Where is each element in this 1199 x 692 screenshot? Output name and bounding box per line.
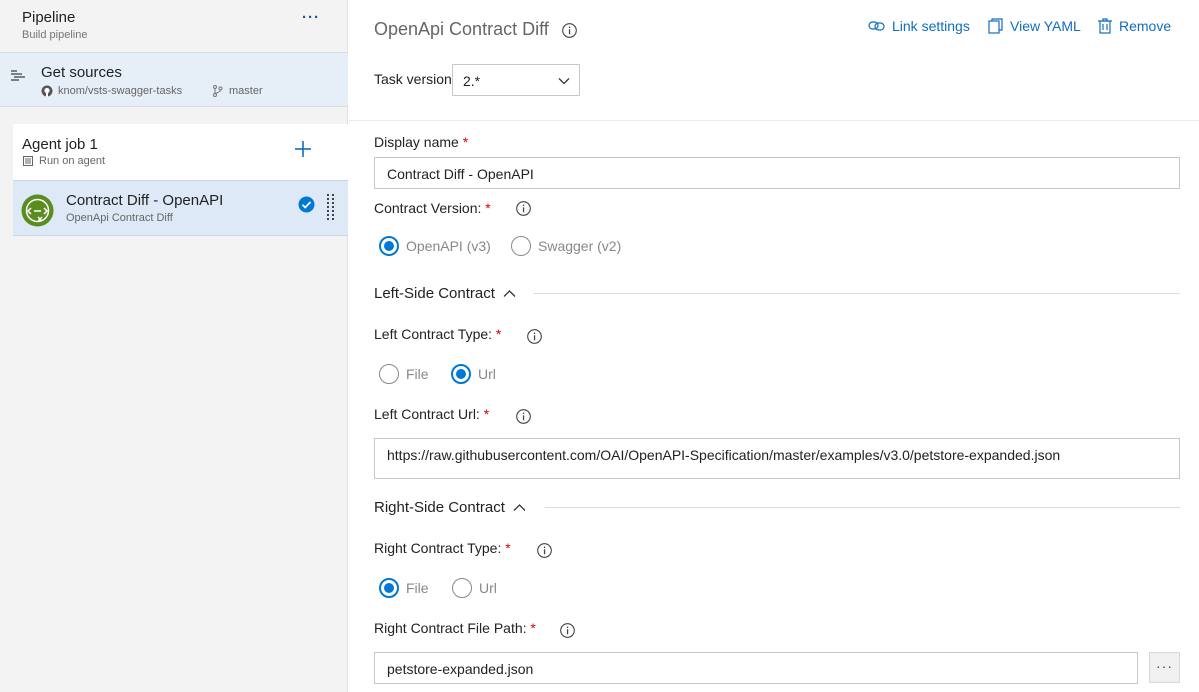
radio-right-url[interactable]: Url (452, 578, 497, 598)
pipeline-subtitle: Build pipeline (22, 29, 88, 41)
link-icon (868, 21, 885, 31)
right-contract-type-label-text: Right Contract Type: (374, 540, 502, 556)
view-yaml-label: View YAML (1010, 18, 1081, 34)
left-contract-type-label: Left Contract Type: * (374, 326, 501, 342)
pipeline-panel: Pipeline Build pipeline ··· Get sources … (0, 0, 348, 692)
info-icon[interactable] (527, 329, 542, 344)
view-yaml-button[interactable]: View YAML (988, 18, 1081, 34)
info-icon[interactable] (516, 409, 531, 424)
branch-icon (213, 85, 223, 97)
agent-job-item[interactable]: Agent job 1 Run on agent (13, 124, 348, 180)
radio-openapi-v3[interactable]: OpenAPI (v3) (379, 236, 491, 256)
repository-name: knom/vsts-swagger-tasks (58, 85, 183, 97)
pipeline-title[interactable]: Pipeline (22, 9, 75, 26)
chevron-up-icon (513, 504, 526, 511)
right-contract-path-input[interactable]: petstore-expanded.json (374, 652, 1138, 684)
radio-label: Url (479, 580, 497, 596)
more-actions-button[interactable]: ··· (302, 9, 320, 26)
right-contract-section-header[interactable]: Right-Side Contract (374, 499, 526, 516)
task-version-label: Task version (374, 71, 452, 87)
radio-label: Swagger (v2) (538, 238, 622, 254)
left-contract-section-header[interactable]: Left-Side Contract (374, 285, 516, 302)
required-marker: * (483, 406, 490, 422)
required-marker: * (530, 620, 536, 636)
radio-left-file[interactable]: File (379, 364, 429, 384)
radio-label: Url (478, 366, 496, 382)
required-marker: * (485, 200, 491, 216)
display-name-input[interactable]: Contract Diff - OpenAPI (374, 157, 1180, 189)
remove-label: Remove (1119, 18, 1172, 34)
branch-name: master (229, 85, 263, 97)
left-contract-url-label: Left Contract Url: * (374, 406, 489, 422)
browse-file-button[interactable]: ··· (1149, 652, 1180, 683)
radio-label: File (406, 366, 429, 382)
radio-label: OpenAPI (v3) (406, 238, 491, 254)
remove-button[interactable]: Remove (1098, 18, 1171, 34)
agent-icon (23, 156, 33, 166)
right-contract-type-label: Right Contract Type: * (374, 540, 511, 556)
radio-left-url[interactable]: Url (451, 364, 496, 384)
info-icon[interactable] (537, 543, 552, 558)
check-circle-icon (298, 196, 315, 213)
info-icon[interactable] (562, 23, 577, 38)
radio-button[interactable] (452, 578, 472, 598)
required-marker: * (462, 134, 469, 150)
task-version-value: 2.* (463, 73, 481, 89)
section-title: Left-Side Contract (374, 285, 495, 302)
section-title: Right-Side Contract (374, 499, 505, 516)
display-name-label: Display name * (374, 134, 468, 150)
contract-version-label-text: Contract Version: (374, 200, 482, 216)
task-title: Contract Diff - OpenAPI (66, 192, 224, 209)
agent-job-title: Agent job 1 (22, 136, 98, 153)
divider (349, 120, 1199, 121)
link-settings-label: Link settings (892, 18, 970, 34)
task-subtitle: OpenApi Contract Diff (66, 212, 173, 224)
contract-diff-icon (21, 194, 54, 227)
github-icon (41, 85, 53, 97)
get-sources-title: Get sources (41, 64, 122, 81)
info-icon[interactable] (560, 623, 575, 638)
radio-button-checked[interactable] (379, 236, 399, 256)
radio-button-checked[interactable] (379, 578, 399, 598)
contract-version-label: Contract Version: * (374, 200, 491, 216)
drag-handle-icon[interactable] (326, 193, 335, 223)
radio-button[interactable] (511, 236, 531, 256)
add-task-button[interactable] (292, 138, 314, 160)
info-icon[interactable] (516, 201, 531, 216)
task-version-select[interactable]: 2.* (452, 64, 580, 96)
trash-icon (1098, 18, 1112, 34)
right-contract-path-value: petstore-expanded.json (387, 661, 534, 677)
chevron-down-icon (558, 78, 570, 85)
left-contract-url-value: https://raw.githubusercontent.com/OAI/Op… (387, 447, 1061, 463)
left-contract-url-label-text: Left Contract Url: (374, 406, 480, 422)
required-marker: * (505, 540, 511, 556)
task-item-contract-diff[interactable]: Contract Diff - OpenAPI OpenApi Contract… (13, 180, 348, 236)
get-sources-icon (11, 70, 25, 81)
link-settings-button[interactable]: Link settings (868, 18, 970, 34)
get-sources-item[interactable]: Get sources knom/vsts-swagger-tasks mast… (0, 52, 348, 107)
clipboard-icon (988, 18, 1003, 34)
radio-swagger-v2[interactable]: Swagger (v2) (511, 236, 621, 256)
left-contract-url-input[interactable]: https://raw.githubusercontent.com/OAI/Op… (374, 438, 1180, 479)
radio-button-checked[interactable] (451, 364, 471, 384)
display-name-value: Contract Diff - OpenAPI (387, 166, 534, 182)
radio-button[interactable] (379, 364, 399, 384)
right-contract-path-label: Right Contract File Path: * (374, 620, 536, 636)
radio-label: File (406, 580, 429, 596)
radio-right-file[interactable]: File (379, 578, 429, 598)
left-contract-type-label-text: Left Contract Type: (374, 326, 493, 342)
required-marker: * (495, 326, 502, 342)
right-contract-path-label-text: Right Contract File Path: (374, 620, 527, 636)
display-name-label-text: Display name (374, 134, 459, 150)
section-divider (545, 507, 1180, 508)
section-divider (533, 293, 1180, 294)
task-settings-title: OpenApi Contract Diff (374, 19, 549, 39)
chevron-up-icon (503, 290, 516, 297)
agent-job-subtitle: Run on agent (39, 155, 106, 167)
